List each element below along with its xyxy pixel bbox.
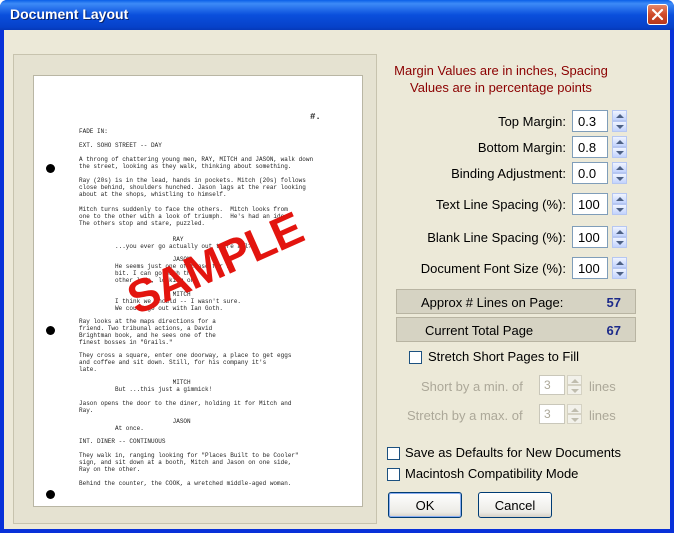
total-page-value: 67	[606, 323, 621, 338]
binder-hole	[46, 326, 55, 335]
bottom-margin-input[interactable]: 0.8	[572, 136, 608, 158]
bottom-margin-spinner[interactable]	[612, 136, 627, 158]
preview-line: JASON At once.	[115, 418, 191, 432]
spin-up-icon[interactable]	[612, 162, 627, 173]
preview-line: MITCH But ...this just a gimmick!	[115, 379, 213, 393]
cancel-button[interactable]: Cancel	[478, 492, 552, 518]
total-page-row: Current Total Page 67	[396, 317, 636, 342]
bottom-margin-label: Bottom Margin:	[477, 140, 566, 155]
stretch-by-unit: lines	[589, 408, 616, 423]
text-line-spacing-input[interactable]: 100	[572, 193, 608, 215]
top-margin-spinner[interactable]	[612, 110, 627, 132]
ok-button[interactable]: OK	[388, 492, 462, 518]
stretch-by-input[interactable]: 3	[539, 404, 565, 424]
spin-down-icon[interactable]	[567, 385, 582, 395]
document-font-size-spinner[interactable]	[612, 257, 627, 279]
top-margin-input[interactable]: 0.3	[572, 110, 608, 132]
short-by-input[interactable]: 3	[539, 375, 565, 395]
document-layout-window: Document Layout #. FADE IN: EXT. SOHO ST…	[0, 0, 674, 533]
spin-down-icon[interactable]	[612, 204, 627, 215]
short-by-spinner[interactable]	[567, 375, 582, 395]
spin-down-icon[interactable]	[612, 173, 627, 184]
binder-hole	[46, 490, 55, 499]
spin-up-icon[interactable]	[612, 193, 627, 204]
preview-line: They cross a square, enter one doorway, …	[79, 352, 292, 373]
spin-up-icon[interactable]	[612, 257, 627, 268]
spin-down-icon[interactable]	[612, 268, 627, 279]
total-page-label: Current Total Page	[425, 323, 534, 338]
stretch-short-pages-label[interactable]: Stretch Short Pages to Fill	[428, 349, 579, 364]
blank-line-spacing-label: Blank Line Spacing (%):	[427, 230, 566, 245]
short-by-unit: lines	[589, 379, 616, 394]
preview-line: Jason opens the door to the diner, holdi…	[79, 400, 292, 414]
lines-on-page-value: 57	[606, 295, 621, 310]
window-title: Document Layout	[10, 6, 129, 22]
lines-on-page-label: Approx # Lines on Page:	[421, 295, 564, 310]
dialog-body: #. FADE IN: EXT. SOHO STREET -- DAY A th…	[4, 30, 670, 529]
stretch-by-spinner[interactable]	[567, 404, 582, 424]
blank-line-spacing-spinner[interactable]	[612, 226, 627, 248]
title-bar[interactable]: Document Layout	[0, 0, 674, 30]
preview-line: They walk in, ranging looking for "Place…	[79, 452, 299, 473]
close-button[interactable]	[647, 4, 668, 25]
preview-line: EXT. SOHO STREET -- DAY	[79, 142, 162, 149]
preview-line: INT. DINER -- CONTINUOUS	[79, 438, 166, 445]
binder-hole	[46, 164, 55, 173]
spin-down-icon[interactable]	[612, 147, 627, 158]
spin-up-icon[interactable]	[612, 136, 627, 147]
close-icon	[651, 8, 664, 21]
document-font-size-input[interactable]: 100	[572, 257, 608, 279]
preview-line: FADE IN:	[79, 128, 108, 135]
stretch-by-label: Stretch by a max. of	[407, 408, 523, 423]
spin-up-icon[interactable]	[612, 226, 627, 237]
preview-line: Behind the counter, the COOK, a wretched…	[79, 480, 292, 487]
page-preview-frame: #. FADE IN: EXT. SOHO STREET -- DAY A th…	[13, 54, 377, 524]
spin-up-icon[interactable]	[567, 375, 582, 385]
save-defaults-checkbox[interactable]	[387, 447, 400, 460]
save-defaults-label[interactable]: Save as Defaults for New Documents	[405, 445, 621, 460]
spin-up-icon[interactable]	[567, 404, 582, 414]
binding-adjustment-spinner[interactable]	[612, 162, 627, 184]
preview-page-number: #.	[310, 112, 321, 122]
macintosh-mode-checkbox[interactable]	[387, 468, 400, 481]
binding-adjustment-label: Binding Adjustment:	[451, 166, 566, 181]
preview-line: Ray (20s) is in the lead, hands in pocke…	[79, 177, 306, 198]
short-by-label: Short by a min. of	[421, 379, 523, 394]
lines-on-page-row: Approx # Lines on Page: 57	[396, 289, 636, 314]
top-margin-label: Top Margin:	[498, 114, 566, 129]
binding-adjustment-input[interactable]: 0.0	[572, 162, 608, 184]
text-line-spacing-label: Text Line Spacing (%):	[435, 197, 566, 212]
page-preview: #. FADE IN: EXT. SOHO STREET -- DAY A th…	[33, 75, 363, 507]
spin-up-icon[interactable]	[612, 110, 627, 121]
units-hint: Margin Values are in inches, Spacing Val…	[394, 63, 608, 95]
document-font-size-label: Document Font Size (%):	[420, 261, 566, 276]
spin-down-icon[interactable]	[612, 237, 627, 248]
macintosh-mode-label[interactable]: Macintosh Compatibility Mode	[405, 466, 578, 481]
text-line-spacing-spinner[interactable]	[612, 193, 627, 215]
blank-line-spacing-input[interactable]: 100	[572, 226, 608, 248]
spin-down-icon[interactable]	[612, 121, 627, 132]
preview-line: A throng of chattering young men, RAY, M…	[79, 156, 314, 170]
stretch-short-pages-checkbox[interactable]	[409, 351, 422, 364]
spin-down-icon[interactable]	[567, 414, 582, 424]
